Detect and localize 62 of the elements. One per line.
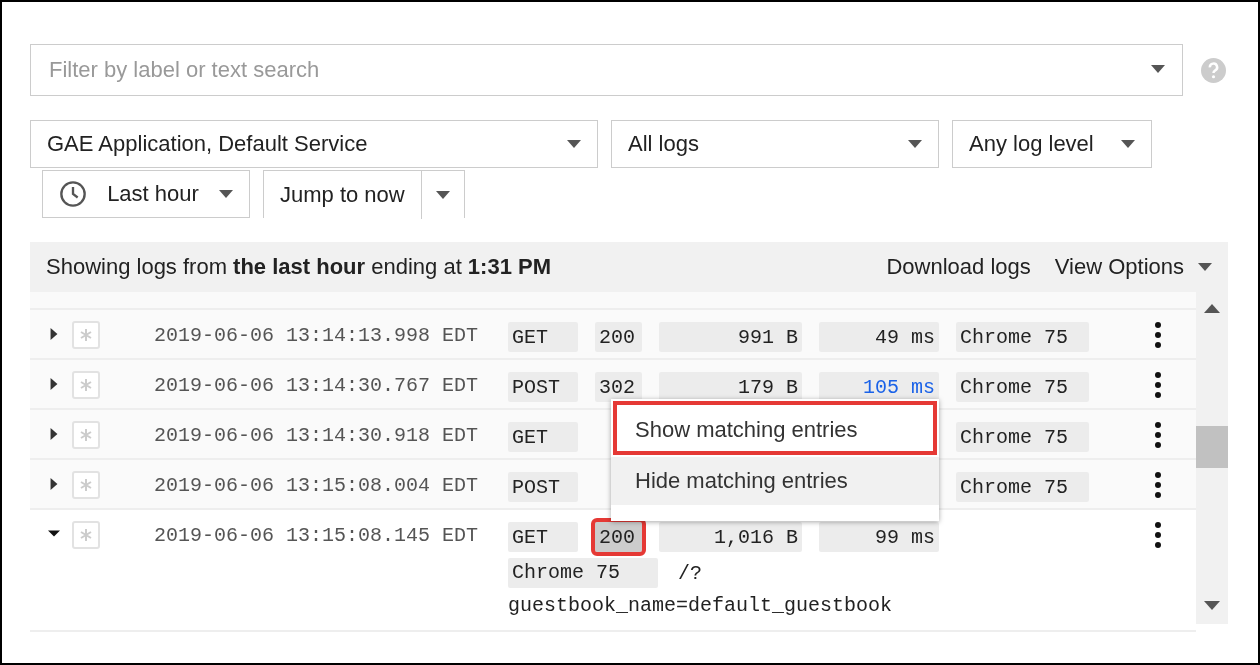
clock-icon — [59, 180, 87, 208]
method-cell[interactable]: GET — [508, 322, 578, 352]
url-text: guestbook_name=default_guestbook — [508, 593, 893, 619]
latency-cell[interactable]: 105 ms — [819, 372, 939, 402]
view-options-dropdown[interactable]: View Options — [1054, 254, 1212, 280]
caret-icon — [1121, 140, 1135, 148]
dropdown[interactable]: All logs — [611, 120, 939, 168]
asterisk-icon — [72, 521, 100, 549]
summary-text: Showing logs from the last hour ending at 1:31 PM — [46, 254, 551, 280]
expand-arrow-icon[interactable] — [48, 377, 60, 391]
size-cell[interactable]: 991 B — [659, 322, 802, 352]
scroll-up-icon[interactable] — [1204, 304, 1220, 313]
method-cell[interactable]: GET — [508, 422, 578, 452]
more-options-icon[interactable] — [1154, 522, 1162, 548]
more-options-icon[interactable] — [1154, 422, 1162, 448]
caret-icon — [1198, 263, 1212, 271]
expand-arrow-icon[interactable] — [48, 477, 60, 491]
method-cell[interactable]: POST — [508, 472, 578, 502]
menu-item[interactable]: Show matching entries — [611, 399, 939, 457]
timestamp-text: 2019-06-06 13:14:13.998 EDT — [154, 323, 480, 347]
size-cell[interactable]: 1,016 B — [659, 522, 802, 552]
caret-icon — [1151, 65, 1165, 73]
method-cell[interactable]: POST — [508, 372, 578, 402]
status-cell[interactable]: 200 — [595, 322, 642, 352]
jump-to-now-button[interactable]: Jump to now — [264, 171, 422, 219]
browser-cell[interactable]: Chrome 75 — [956, 372, 1089, 402]
browser-cell[interactable]: Chrome 75 — [956, 322, 1089, 352]
caret-icon — [908, 140, 922, 148]
timestamp-text: 2019-06-06 13:15:08.145 EDT — [154, 523, 480, 547]
scroll-down-icon[interactable] — [1204, 601, 1220, 610]
dropdown[interactable]: Any log level — [952, 120, 1152, 168]
latency-cell[interactable]: 49 ms — [819, 322, 939, 352]
more-options-icon[interactable] — [1154, 472, 1162, 498]
caret-icon — [567, 140, 581, 148]
asterisk-icon — [72, 471, 100, 499]
browser-cell[interactable]: Chrome 75 — [956, 422, 1089, 452]
status-cell[interactable]: 302 — [595, 372, 642, 402]
size-cell[interactable]: 179 B — [659, 372, 802, 402]
dropdown[interactable]: GAE Application, Default Service — [30, 120, 598, 168]
caret-icon — [435, 191, 450, 199]
menu-item[interactable]: Hide matching entries — [611, 457, 939, 505]
asterisk-icon — [72, 421, 100, 449]
asterisk-icon — [72, 321, 100, 349]
timestamp-text: 2019-06-06 13:14:30.918 EDT — [154, 423, 480, 447]
scrollbar-thumb[interactable] — [1196, 426, 1228, 468]
latency-cell[interactable]: 99 ms — [819, 522, 939, 552]
browser-cell[interactable]: Chrome 75 — [508, 558, 658, 588]
more-options-icon[interactable] — [1154, 372, 1162, 398]
timestamp-text: 2019-06-06 13:14:30.767 EDT — [154, 373, 480, 397]
expand-arrow-icon[interactable] — [48, 327, 60, 341]
caret-icon — [219, 190, 233, 198]
more-options-icon[interactable] — [1154, 322, 1162, 348]
asterisk-icon — [72, 371, 100, 399]
method-cell[interactable]: GET — [508, 522, 578, 552]
timestamp-text: 2019-06-06 13:15:08.004 EDT — [154, 473, 480, 497]
time-range-dropdown[interactable]: Last hour — [42, 170, 250, 218]
download-logs-link[interactable]: Download logs — [886, 254, 1031, 280]
url-text: /? — [678, 562, 702, 585]
browser-cell[interactable]: Chrome 75 — [956, 472, 1089, 502]
scrollbar[interactable] — [1196, 292, 1228, 624]
filter-field[interactable]: Filter by label or text search — [30, 44, 1183, 96]
expand-arrow-icon[interactable] — [48, 427, 60, 441]
